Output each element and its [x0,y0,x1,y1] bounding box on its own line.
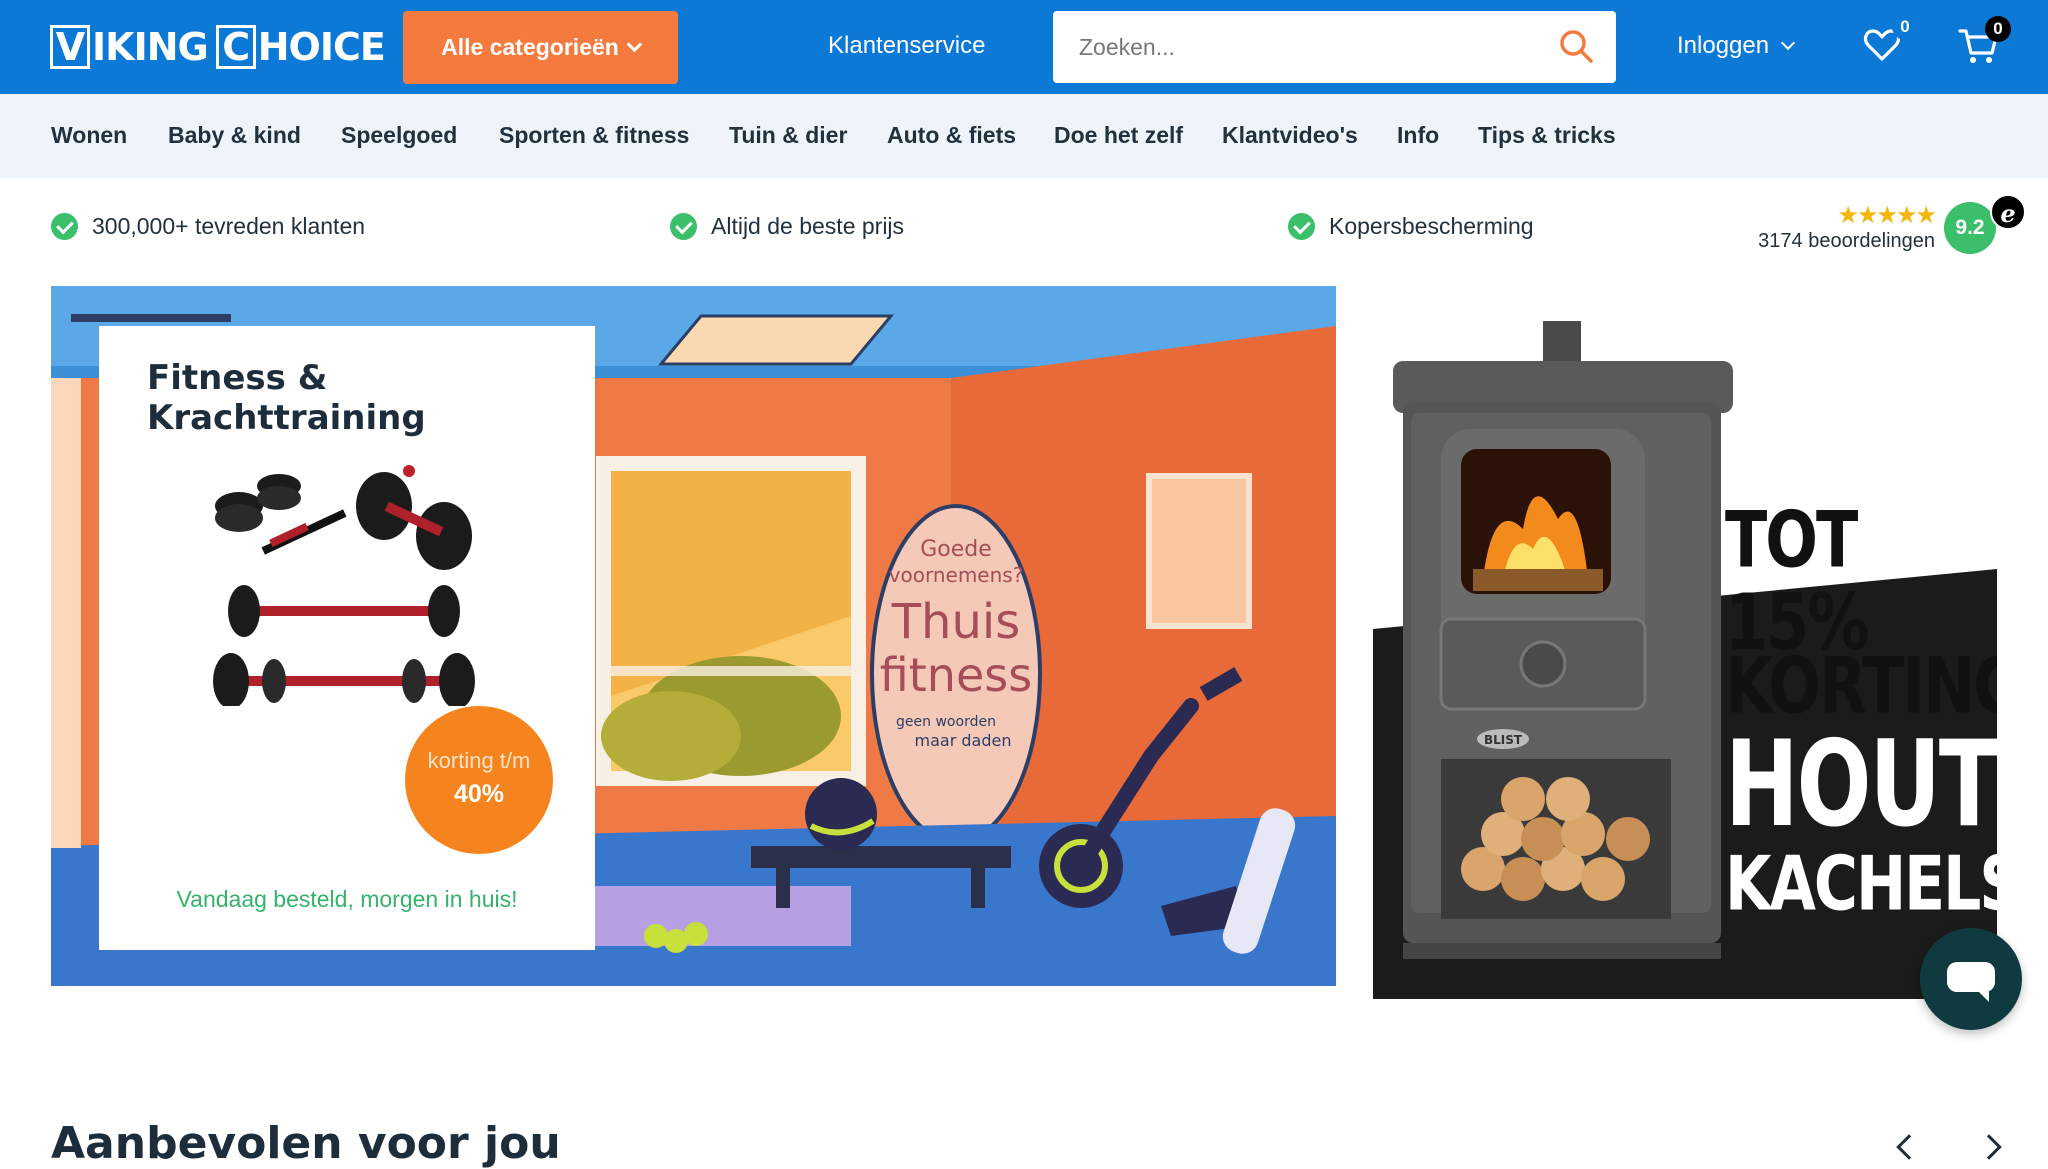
usp-label: 300,000+ tevreden klanten [92,212,366,239]
wood-stove-banner[interactable]: BLIST TOT 15% KORTING HOUT KACHELS [1373,279,1997,999]
poster-text: Thuis [891,594,1021,650]
nav-item-tuin-dier[interactable]: Tuin & dier [729,122,847,149]
usp-label: Kopersbescherming [1329,212,1534,239]
check-circle-icon [51,212,78,240]
nav-item-auto-fiets[interactable]: Auto & fiets [887,122,1016,149]
discount-label: korting t/m [427,748,531,773]
search-box [1053,11,1616,83]
review-summary[interactable]: ★★★★★ 3174 beoordelingen [1745,202,1937,253]
search-input[interactable] [1079,11,1539,83]
nav-item-wonen[interactable]: Wonen [51,122,127,149]
customer-service-link[interactable]: Klantenservice [828,32,985,60]
logo-text-hoice: HOICE [257,25,386,69]
login-label: Inloggen [1677,32,1770,59]
delivery-promise: Vandaag besteld, morgen in huis! [176,886,518,912]
check-circle-icon [670,212,697,240]
star-rating-icon: ★★★★★ [1837,202,1937,229]
stove-promo-line: KACHELS [1725,840,1997,929]
promo-title: Fitness & Krachttraining [147,358,426,438]
cart-count-badge: 0 [1985,16,2011,42]
all-categories-button[interactable]: Alle categorieën [403,11,678,84]
nav-item-doe-het-zelf[interactable]: Doe het zelf [1054,122,1183,149]
stove-promo-line: HOUT [1725,714,1997,854]
search-icon[interactable] [1558,28,1594,64]
carousel-next-icon[interactable] [1976,1134,2002,1160]
poster-text: fitness [880,648,1032,702]
chat-button[interactable] [1920,928,2022,1030]
discount-badge: korting t/m 40% [405,706,553,854]
chevron-down-icon [1781,35,1796,51]
nav-item-speelgoed[interactable]: Speelgoed [341,122,457,149]
poster-text: Goede [920,537,992,562]
wishlist-count-badge: 0 [1892,14,1918,40]
login-menu[interactable]: Inloggen [1677,32,1796,60]
poster-text: geen woorden [896,714,996,730]
check-circle-icon [1288,212,1315,240]
trust-mark-icon: e [1990,194,2026,230]
nav-item-info[interactable]: Info [1397,122,1439,149]
main-navigation: Wonen Baby & kind Speelgoed Sporten & fi… [0,94,2048,178]
logo-text-iking: IKING [92,25,209,69]
usp-item: 300,000+ tevreden klanten [51,210,365,242]
logo-letter-v: V [50,25,90,69]
fitness-promo-card[interactable]: Fitness & Krachttraining korting t/m 40%… [99,326,595,950]
discount-value: 40% [453,780,505,808]
usp-label: Altijd de beste prijs [711,212,905,239]
dumbbell-set-image [213,465,475,706]
review-count: 3174 beoordelingen [1758,230,1935,252]
usp-item: Kopersbescherming [1288,210,1534,242]
logo[interactable]: V IKING C HOICE [50,24,386,70]
carousel-prev-icon[interactable] [1896,1134,1922,1160]
nav-item-klantvideos[interactable]: Klantvideo's [1222,122,1358,149]
logo-letter-c: C [215,25,256,69]
poster-text: maar daden [915,731,1012,750]
all-categories-label: Alle categorieën [441,34,619,60]
stove-brand-label: BLIST [1484,733,1523,747]
recommended-section-title: Aanbevolen voor jou [51,1118,561,1169]
nav-item-tips-tricks[interactable]: Tips & tricks [1478,122,1616,149]
chat-bubble-icon [1947,962,1995,1002]
nav-item-sporten-fitness[interactable]: Sporten & fitness [499,122,689,149]
poster-text: voornemens? [889,563,1024,587]
stove-discount-text: TOT 15% KORTING HOUT KACHELS [1725,498,1997,922]
usp-item: Altijd de beste prijs [670,210,904,242]
nav-item-baby-kind[interactable]: Baby & kind [168,122,301,149]
chevron-down-icon [626,36,643,53]
review-score-badge: 9.2 [1944,202,1996,254]
